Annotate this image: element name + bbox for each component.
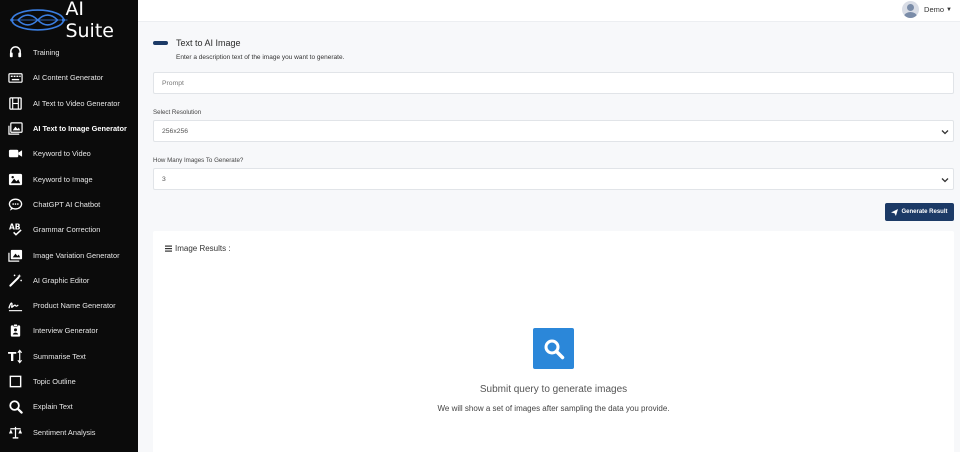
sidebar-item-ai-text-to-video-generator[interactable]: AI Text to Video Generator <box>0 91 138 116</box>
sidebar-item-label: ChatGPT AI Chatbot <box>33 199 101 209</box>
chevron-down-icon <box>941 130 949 135</box>
sidebar: AI Suite Training AI Content Generator AI … <box>0 0 138 452</box>
sidebar-item-label: AI Graphic Editor <box>33 275 90 285</box>
sidebar-item-label: Sentiment Analysis <box>33 427 96 437</box>
sidebar-item-label: Product Name Generator <box>33 301 116 311</box>
user-name: Demo <box>924 5 945 14</box>
resolution-label: Select Resolution <box>153 109 202 116</box>
clipboard-user-icon <box>7 323 23 339</box>
image-icon <box>7 171 23 187</box>
generate-result-button[interactable]: Generate Result <box>885 203 954 221</box>
page-title-row: Text to AI Image <box>153 38 241 48</box>
sidebar-item-chatgpt-ai-chatbot[interactable]: ChatGPT AI Chatbot <box>0 192 138 217</box>
sidebar-item-label: AI Text to Video Generator <box>33 98 120 108</box>
page-subtitle: Enter a description text of the image yo… <box>176 54 345 61</box>
sidebar-item-ai-content-generator[interactable]: AI Content Generator <box>0 65 138 90</box>
paper-plane-icon <box>891 208 899 216</box>
top-bar: Demo ▼ <box>138 0 960 22</box>
sidebar-item-label: AI Text to Image Generator <box>33 124 127 134</box>
sidebar-item-summarise-text[interactable]: T Summarise Text <box>0 344 138 369</box>
spellcheck-icon: AB <box>7 222 23 238</box>
sidebar-item-keyword-to-video[interactable]: Keyword to Video <box>0 141 138 166</box>
sidebar-item-label: Explain Text <box>33 402 73 412</box>
film-icon <box>7 95 23 111</box>
sidebar-item-label: Image Variation Generator <box>33 250 120 260</box>
chevron-down-icon <box>941 178 949 183</box>
sidebar-item-sentiment-analysis[interactable]: Sentiment Analysis <box>0 419 138 444</box>
magic-wand-icon <box>7 272 23 288</box>
chat-bubble-icon <box>7 196 23 212</box>
empty-state-title: Submit query to generate images <box>479 384 628 395</box>
image-results-panel: Image Results : Submit query to generate… <box>153 231 954 452</box>
svg-text:T: T <box>8 350 17 364</box>
avatar[interactable] <box>902 1 920 18</box>
chevron-down-icon: ▼ <box>946 6 952 13</box>
prompt-input[interactable]: Prompt <box>153 72 954 94</box>
count-value: 3 <box>162 175 166 183</box>
sidebar-item-label: Training <box>33 48 60 58</box>
sidebar-item-label: Summarise Text <box>33 351 86 361</box>
sidebar-item-ai-text-to-image-generator[interactable]: AI Text to Image Generator <box>0 116 138 141</box>
svg-text:AB: AB <box>8 223 20 232</box>
sidebar-item-grammar-correction[interactable]: AB Grammar Correction <box>0 217 138 242</box>
main-content: Text to AI Image Enter a description tex… <box>138 23 960 452</box>
sidebar-item-label: Grammar Correction <box>33 225 101 235</box>
text-height-icon: T <box>7 348 23 364</box>
sidebar-item-label: Topic Outline <box>33 377 76 386</box>
generate-button-label: Generate Result <box>901 209 948 215</box>
user-menu[interactable]: Demo ▼ <box>902 1 952 18</box>
keyboard-icon <box>7 70 23 86</box>
resolution-select[interactable]: 256x256 <box>153 120 954 142</box>
video-camera-icon <box>7 146 23 162</box>
title-accent-bar <box>153 41 168 45</box>
sidebar-item-keyword-to-image[interactable]: Keyword to Image <box>0 166 138 191</box>
resolution-value: 256x256 <box>162 127 189 135</box>
magnifier-icon <box>7 399 23 415</box>
sidebar-item-topic-outline[interactable]: Topic Outline <box>0 369 138 394</box>
signature-icon <box>7 298 23 314</box>
sidebar-item-label: Keyword to Image <box>33 174 93 184</box>
sidebar-item-label: Keyword to Video <box>33 149 91 159</box>
scale-icon <box>7 424 23 440</box>
prompt-placeholder: Prompt <box>162 79 184 87</box>
sidebar-nav: Training AI Content Generator AI Text to V… <box>0 40 138 445</box>
image-gallery-icon <box>7 121 23 137</box>
results-title: Image Results : <box>175 244 231 253</box>
list-icon <box>165 245 172 252</box>
results-header: Image Results : <box>165 244 231 253</box>
search-illustration <box>533 328 574 369</box>
images-icon <box>7 247 23 263</box>
brand-logo[interactable]: AI Suite <box>0 0 138 42</box>
sidebar-item-explain-text[interactable]: Explain Text <box>0 394 138 419</box>
sidebar-item-ai-graphic-editor[interactable]: AI Graphic Editor <box>0 268 138 293</box>
square-outline-icon <box>7 374 23 390</box>
sidebar-item-interview-generator[interactable]: Interview Generator <box>0 318 138 343</box>
headset-icon <box>7 45 23 61</box>
search-icon <box>544 339 564 359</box>
logo-circuit-icon <box>9 9 68 31</box>
sidebar-item-label: Interview Generator <box>33 326 98 336</box>
image-count-select[interactable]: 3 <box>153 168 954 190</box>
page-title: Text to AI Image <box>176 38 241 48</box>
sidebar-item-image-variation-generator[interactable]: Image Variation Generator <box>0 242 138 267</box>
count-label: How Many Images To Generate? <box>153 157 244 164</box>
sidebar-item-product-name-generator[interactable]: Product Name Generator <box>0 293 138 318</box>
sidebar-item-training[interactable]: Training <box>0 40 138 65</box>
brand-name: AI Suite <box>65 0 114 42</box>
empty-state-subtitle: We will show a set of images after sampl… <box>437 404 670 413</box>
sidebar-item-label: AI Content Generator <box>33 73 104 83</box>
